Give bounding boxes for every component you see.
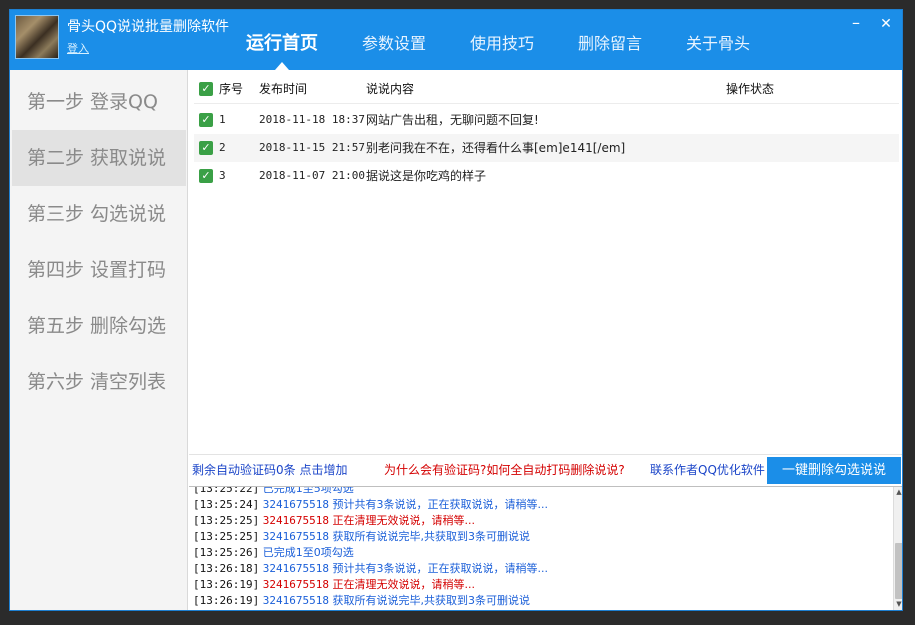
header-status: 操作状态: [726, 82, 775, 96]
row-content: 别老问我在不在，还得看什么事[em]e141[/em]: [366, 141, 626, 155]
log-time: [13:25:26]: [193, 546, 260, 559]
step-captcha[interactable]: 第四步 设置打码: [12, 242, 186, 298]
row-index: 2: [219, 141, 226, 154]
log-message: 正在清理无效说说，请稍等...: [332, 514, 475, 527]
row-index: 1: [219, 113, 226, 126]
log-time: [13:25:22]: [193, 486, 260, 495]
table-row[interactable]: ✓ 2 2018-11-15 21:57 别老问我在不在，还得看什么事[em]e…: [194, 134, 899, 162]
row-time: 2018-11-15 21:57: [259, 141, 365, 154]
log-qq: 3241675518: [262, 562, 329, 575]
delete-selected-button[interactable]: 一键删除勾选说说: [767, 457, 901, 484]
log-line: [13:25:25] 3241675518 正在清理无效说说，请稍等...: [193, 513, 475, 529]
table-row[interactable]: ✓ 3 2018-11-07 21:00 据说这是你吃鸡的样子: [194, 162, 899, 190]
table-header: ✓ 序号 发布时间 说说内容 操作状态: [194, 74, 899, 104]
log-line: [13:25:25] 3241675518 获取所有说说完毕,共获取到3条可删说…: [193, 529, 530, 545]
log-line: [13:25:26] 已完成1至0项勾选: [193, 545, 354, 561]
minimize-icon[interactable]: –: [846, 14, 866, 34]
log-line: [13:25:22] 已完成1至5项勾选: [193, 486, 354, 497]
user-avatar: [15, 15, 59, 59]
header-index: 序号: [219, 82, 244, 96]
row-time: 2018-11-07 21:00: [259, 169, 365, 182]
log-message: 已完成1至0项勾选: [262, 546, 354, 559]
log-qq: 3241675518: [262, 498, 329, 511]
log-time: [13:25:24]: [193, 498, 260, 511]
tab-about[interactable]: 关于骨头: [686, 10, 750, 70]
app-window: 骨头QQ说说批量删除软件 登入 运行首页 参数设置 使用技巧 删除留言 关于骨头…: [9, 9, 903, 611]
row-content: 网站广告出租，无聊问题不回复!: [366, 113, 539, 127]
step-login[interactable]: 第一步 登录QQ: [12, 74, 186, 130]
close-icon[interactable]: ✕: [876, 14, 896, 34]
tab-settings[interactable]: 参数设置: [362, 10, 426, 70]
log-line: [13:26:18] 3241675518 预计共有3条说说，正在获取说说，请稍…: [193, 561, 548, 577]
steps-sidebar: 第一步 登录QQ 第二步 获取说说 第三步 勾选说说 第四步 设置打码 第五步 …: [10, 70, 188, 610]
log-line: [13:26:19] 3241675518 正在清理无效说说，请稍等...: [193, 577, 475, 593]
step-fetch[interactable]: 第二步 获取说说: [12, 130, 186, 186]
log-qq: 3241675518: [262, 578, 329, 591]
row-content: 据说这是你吃鸡的样子: [366, 169, 487, 183]
scrollbar-thumb[interactable]: [895, 543, 902, 599]
log-qq: 3241675518: [262, 594, 329, 607]
log-message: 预计共有3条说说，正在获取说说，请稍等...: [332, 498, 548, 511]
log-message: 正在清理无效说说，请稍等...: [332, 578, 475, 591]
table-row[interactable]: ✓ 1 2018-11-18 18:37 网站广告出租，无聊问题不回复!: [194, 106, 899, 134]
tab-tips[interactable]: 使用技巧: [470, 10, 534, 70]
header-content: 说说内容: [366, 82, 415, 96]
log-scrollbar[interactable]: ▲ ▼: [893, 487, 902, 610]
tab-home[interactable]: 运行首页: [246, 10, 318, 70]
step-clear[interactable]: 第六步 清空列表: [12, 354, 186, 410]
log-time: [13:25:25]: [193, 530, 260, 543]
scroll-down-icon[interactable]: ▼: [894, 599, 902, 610]
log-line: [13:25:24] 3241675518 预计共有3条说说，正在获取说说，请稍…: [193, 497, 548, 513]
login-link[interactable]: 登入: [67, 40, 89, 56]
title-bar: 骨头QQ说说批量删除软件 登入 运行首页 参数设置 使用技巧 删除留言 关于骨头…: [10, 10, 902, 70]
row-time: 2018-11-18 18:37: [259, 113, 365, 126]
log-panel[interactable]: [13:25:22] 已完成1至5项勾选 [13:25:24] 32416755…: [189, 486, 902, 610]
log-qq: 3241675518: [262, 530, 329, 543]
log-message: 已完成1至5项勾选: [262, 486, 354, 495]
log-line: [13:26:19] 3241675518 获取所有说说完毕,共获取到3条可删说…: [193, 593, 530, 609]
row-checkbox[interactable]: ✓: [199, 169, 213, 183]
captcha-remaining-link[interactable]: 剩余自动验证码0条 点击增加: [192, 455, 347, 485]
action-bar: 剩余自动验证码0条 点击增加 为什么会有验证码?如何全自动打码删除说说? 联系作…: [189, 454, 902, 485]
log-qq: 3241675518: [262, 514, 329, 527]
step-select[interactable]: 第三步 勾选说说: [12, 186, 186, 242]
select-all-checkbox[interactable]: ✓: [199, 82, 213, 96]
log-time: [13:26:19]: [193, 594, 260, 607]
step-delete[interactable]: 第五步 删除勾选: [12, 298, 186, 354]
scroll-up-icon[interactable]: ▲: [894, 487, 902, 498]
main-tabs: 运行首页 参数设置 使用技巧 删除留言 关于骨头: [246, 10, 794, 70]
log-message: 获取所有说说完毕,共获取到3条可删说说: [332, 594, 530, 607]
tab-delete-messages[interactable]: 删除留言: [578, 10, 642, 70]
row-index: 3: [219, 169, 226, 182]
header-time: 发布时间: [259, 82, 308, 96]
log-time: [13:26:18]: [193, 562, 260, 575]
main-panel: ✓ 序号 发布时间 说说内容 操作状态 ✓ 1 2018-11-18 18:37…: [189, 70, 902, 610]
log-message: 获取所有说说完毕,共获取到3条可删说说: [332, 530, 530, 543]
row-checkbox[interactable]: ✓: [199, 141, 213, 155]
log-time: [13:26:19]: [193, 578, 260, 591]
contact-author-link[interactable]: 联系作者QQ优化软件: [650, 455, 765, 485]
why-captcha-link[interactable]: 为什么会有验证码?如何全自动打码删除说说?: [384, 455, 625, 485]
app-title: 骨头QQ说说批量删除软件: [67, 19, 230, 35]
log-message: 预计共有3条说说，正在获取说说，请稍等...: [332, 562, 548, 575]
row-checkbox[interactable]: ✓: [199, 113, 213, 127]
log-time: [13:25:25]: [193, 514, 260, 527]
